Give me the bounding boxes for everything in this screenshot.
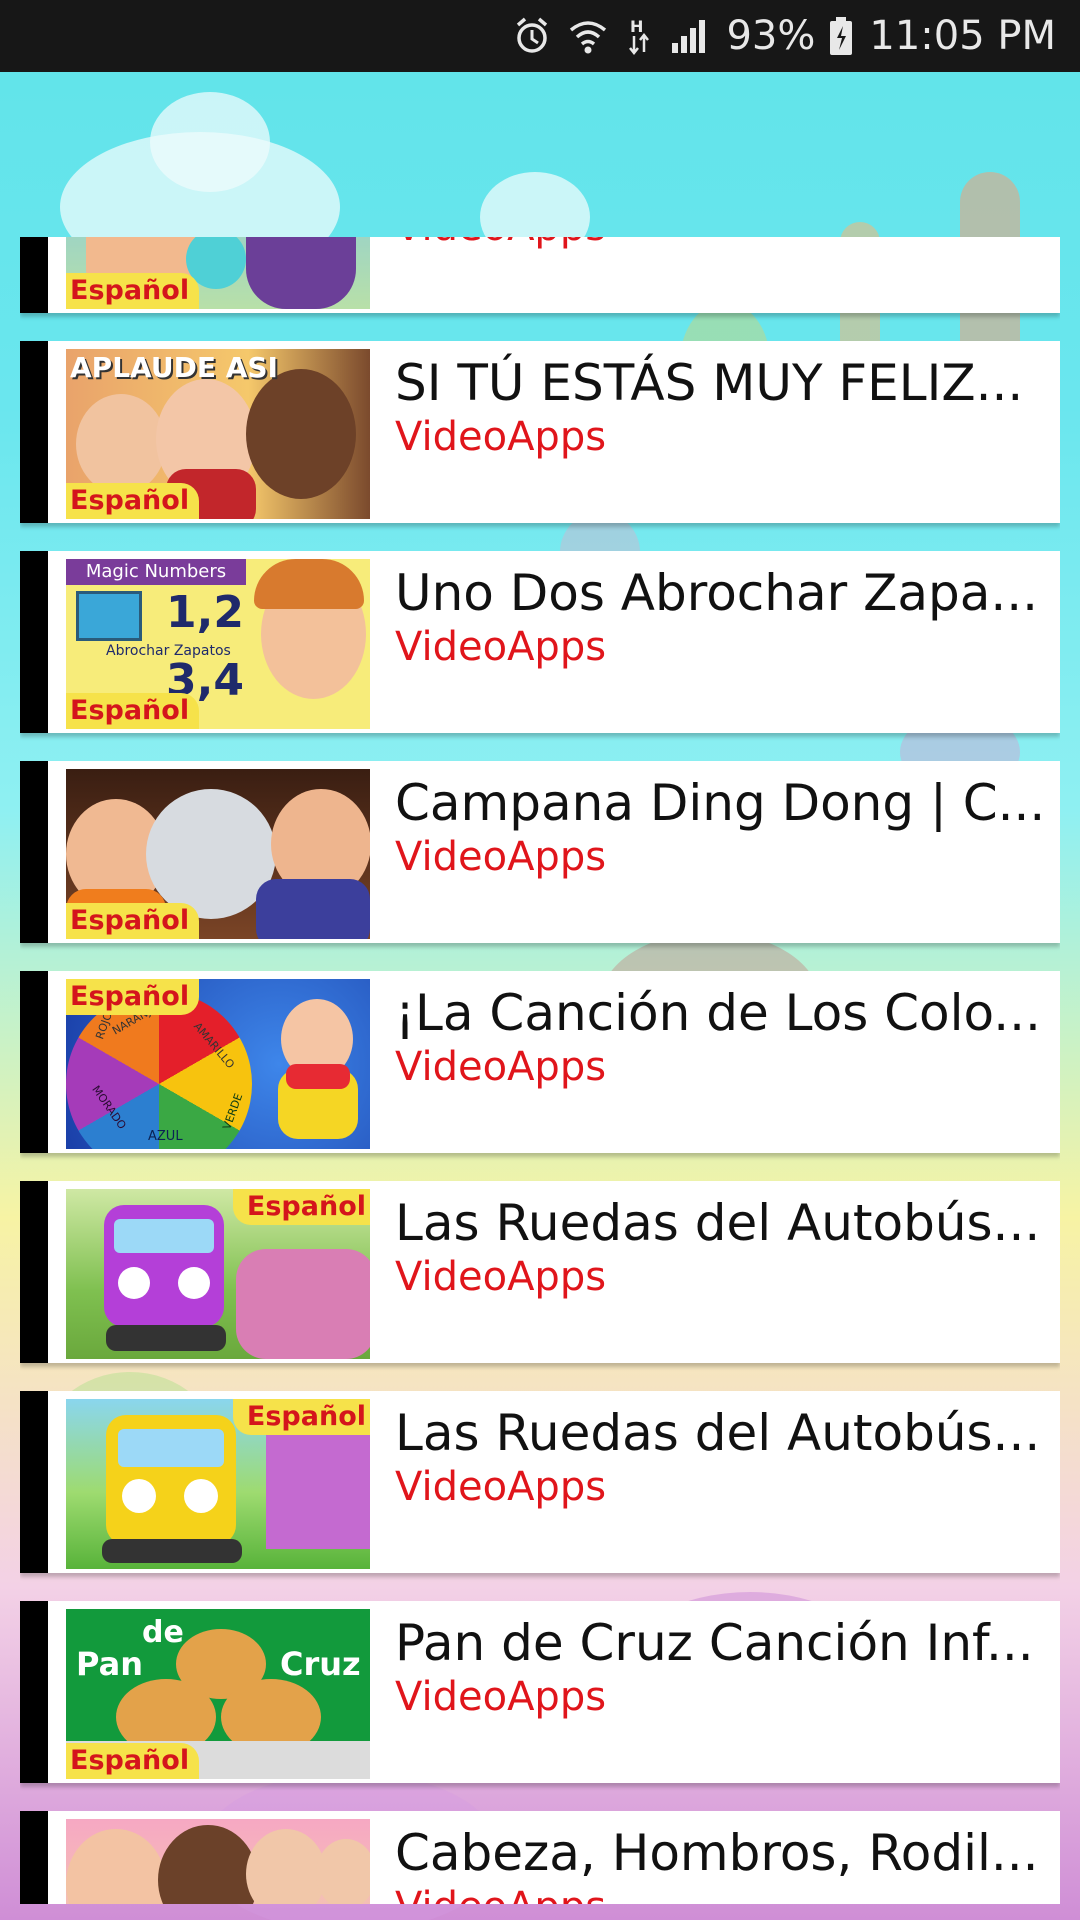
row-accent-bar (20, 551, 48, 733)
video-title: Las Ruedas del Autobús... (395, 1194, 1041, 1252)
row-accent-bar (20, 761, 48, 943)
battery-percent: 93% (726, 13, 816, 59)
video-thumbnail[interactable]: Magic Numbers 1,2 Abrochar Zapatos 3,4 E… (66, 559, 370, 729)
language-badge: Español (66, 693, 200, 729)
language-badge: Español (232, 1189, 370, 1225)
row-accent-bar (20, 1811, 48, 1904)
video-list: Español VideoApps APLAUDE ASI Español SI… (20, 237, 1060, 1904)
channel-name: VideoApps (395, 1674, 607, 1720)
wheel-label: AZUL (148, 1129, 183, 1144)
row-accent-bar (20, 971, 48, 1153)
list-item[interactable]: Español Las Ruedas del Autobús... VideoA… (20, 1391, 1060, 1573)
row-accent-bar (20, 237, 48, 313)
row-accent-bar (20, 341, 48, 523)
list-item[interactable]: APLAUDE ASI Español SI TÚ ESTÁS MUY FELI… (20, 341, 1060, 523)
language-badge: Español (66, 979, 200, 1015)
list-item[interactable]: Español Las Ruedas del Autobús... VideoA… (20, 1181, 1060, 1363)
clock: 11:05 PM (869, 13, 1056, 59)
video-thumbnail[interactable]: Español (66, 1399, 370, 1569)
list-item[interactable]: Pan de Cruz Español Pan de Cruz Canción … (20, 1601, 1060, 1783)
thumbnail-word: Cruz (280, 1645, 361, 1683)
h-data-icon: H (626, 16, 652, 56)
channel-name: VideoApps (395, 1464, 607, 1510)
video-title: Pan de Cruz Canción Inf... (395, 1614, 1034, 1672)
channel-name: VideoApps (395, 1044, 607, 1090)
alarm-icon (514, 16, 550, 56)
row-accent-bar (20, 1181, 48, 1363)
battery-icon (829, 16, 853, 56)
language-badge: Español (66, 483, 200, 519)
list-item[interactable]: ROJO NARANJA AMARILLO VERDE AZUL MORADO … (20, 971, 1060, 1153)
svg-text:H: H (630, 17, 643, 36)
video-title: ¡La Canción de Los Colo... (395, 984, 1041, 1042)
video-title: Las Ruedas del Autobús... (395, 1404, 1041, 1462)
video-title: Uno Dos Abrochar Zapa... (395, 564, 1039, 622)
channel-name: VideoApps (395, 1883, 606, 1904)
language-badge: Español (66, 1743, 200, 1779)
house (266, 1429, 370, 1549)
video-thumbnail[interactable]: Español (66, 237, 370, 309)
channel-name: VideoApps (395, 1254, 607, 1300)
language-badge: Español (232, 1399, 370, 1435)
video-thumbnail[interactable] (66, 1819, 370, 1904)
list-item[interactable]: Cabeza, Hombros, Rodil... VideoApps (20, 1811, 1060, 1904)
video-thumbnail[interactable]: Pan de Cruz Español (66, 1609, 370, 1779)
shoe-icon (76, 591, 142, 641)
list-item[interactable]: Español VideoApps (20, 237, 1060, 313)
channel-name: VideoApps (395, 237, 606, 251)
signal-icon (670, 17, 708, 55)
wifi-icon (568, 16, 608, 56)
video-title: SI TÚ ESTÁS MUY FELIZ... (395, 354, 1024, 412)
channel-name: VideoApps (395, 834, 607, 880)
language-badge: Español (66, 903, 200, 939)
thumbnail-word: Pan (76, 1645, 143, 1683)
row-accent-bar (20, 1601, 48, 1783)
thumbnail-caption: Magic Numbers (66, 559, 246, 585)
video-thumbnail[interactable]: ROJO NARANJA AMARILLO VERDE AZUL MORADO … (66, 979, 370, 1149)
status-bar: H 93% 11:05 PM (0, 0, 1080, 72)
channel-name: VideoApps (395, 414, 607, 460)
list-item[interactable]: Magic Numbers 1,2 Abrochar Zapatos 3,4 E… (20, 551, 1060, 733)
list-item[interactable]: Español Campana Ding Dong | C... VideoAp… (20, 761, 1060, 943)
video-thumbnail[interactable]: Español (66, 769, 370, 939)
row-accent-bar (20, 1391, 48, 1573)
video-thumbnail[interactable]: APLAUDE ASI Español (66, 349, 370, 519)
video-title: Cabeza, Hombros, Rodil... (395, 1824, 1039, 1882)
thumbnail-caption: APLAUDE ASI (70, 351, 278, 384)
thumbnail-number: 1,2 (166, 587, 244, 638)
video-thumbnail[interactable]: Español (66, 1189, 370, 1359)
thumbnail-word: de (142, 1615, 184, 1650)
video-title: Campana Ding Dong | C... (395, 774, 1045, 832)
channel-name: VideoApps (395, 624, 607, 670)
language-badge: Español (66, 273, 200, 309)
